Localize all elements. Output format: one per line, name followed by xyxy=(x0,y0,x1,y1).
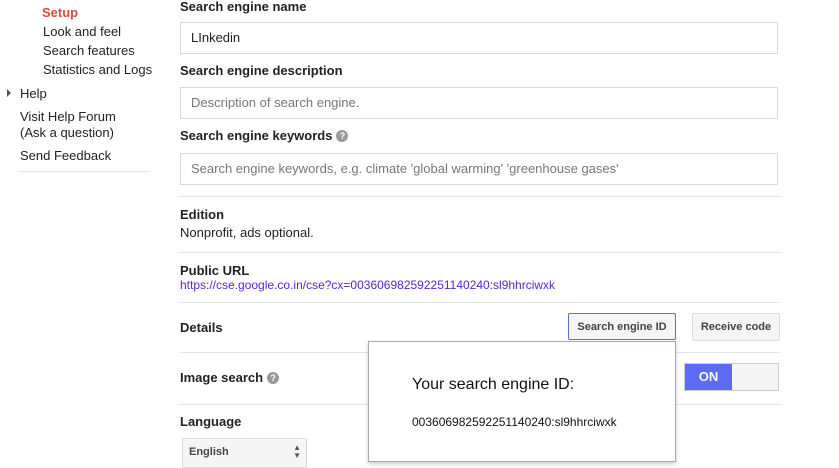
help-icon[interactable]: ? xyxy=(267,372,280,384)
keywords-input[interactable]: Search engine keywords, e.g. climate 'gl… xyxy=(180,153,778,185)
expand-arrow-icon[interactable] xyxy=(7,89,11,97)
divider xyxy=(180,196,780,197)
keywords-label-text: Search engine keywords xyxy=(180,128,333,143)
public-url-label: Public URL xyxy=(180,263,250,278)
details-label: Details xyxy=(180,320,223,335)
language-label: Language xyxy=(180,414,242,429)
help-forum-link[interactable]: Visit Help Forum xyxy=(20,109,116,124)
sidebar-help[interactable]: Help xyxy=(20,86,47,101)
popup-title: Your search engine ID: xyxy=(412,376,575,393)
public-url-link[interactable]: https://cse.google.co.in/cse?cx=00360698… xyxy=(180,278,555,292)
divider xyxy=(180,252,780,253)
sidebar-item-setup[interactable]: Setup xyxy=(42,5,78,20)
search-engine-id-popup: Your search engine ID: 00360698259225114… xyxy=(368,341,676,462)
search-engine-id-button[interactable]: Search engine ID xyxy=(568,313,676,340)
edition-label: Edition xyxy=(180,207,225,222)
image-search-toggle[interactable]: ON xyxy=(684,363,779,391)
popup-engine-id: 003606982592251140240:sl9hhrciwxk xyxy=(412,415,617,429)
send-feedback-link[interactable]: Send Feedback xyxy=(20,148,111,163)
toggle-on: ON xyxy=(685,364,732,390)
keywords-label: Search engine keywords? xyxy=(180,128,349,143)
sidebar-divider xyxy=(20,171,148,172)
help-icon[interactable]: ? xyxy=(336,130,349,142)
divider xyxy=(180,302,780,303)
description-input[interactable]: Description of search engine. xyxy=(180,87,778,119)
receive-code-button[interactable]: Receive code xyxy=(692,313,780,341)
image-search-label-text: Image search xyxy=(180,370,264,385)
image-search-label: Image search? xyxy=(180,370,280,385)
sidebar-item-search-features[interactable]: Search features xyxy=(43,43,135,58)
edition-value: Nonprofit, ads optional. xyxy=(180,225,314,240)
language-select[interactable]: English ▲ ▼ xyxy=(182,438,307,468)
select-arrows-icon: ▲ ▼ xyxy=(293,443,301,460)
name-label: Search engine name xyxy=(180,0,307,14)
language-value: English xyxy=(189,446,229,458)
description-label: Search engine description xyxy=(180,63,343,78)
sidebar-item-statistics[interactable]: Statistics and Logs xyxy=(43,62,152,77)
sidebar-item-look-and-feel[interactable]: Look and feel xyxy=(43,24,121,39)
help-forum-sub[interactable]: (Ask a question) xyxy=(20,125,114,140)
name-input[interactable]: LInkedin xyxy=(180,22,778,54)
